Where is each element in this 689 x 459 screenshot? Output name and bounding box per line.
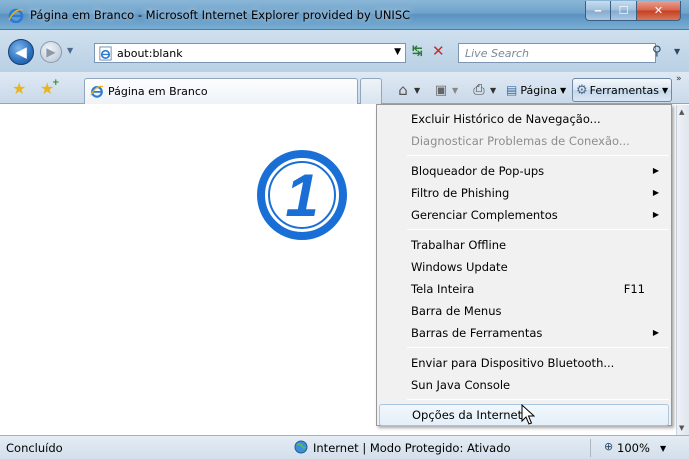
menu-item-trabalhar-offline[interactable]: Trabalhar Offline: [379, 234, 669, 256]
print-icon[interactable]: ⎙: [468, 78, 490, 102]
tools-menu-label: Ferramentas: [589, 83, 659, 97]
status-bar: Concluído Internet | Modo Protegido: Ati…: [0, 435, 689, 459]
menu-item-label: Sun Java Console: [411, 378, 511, 392]
page-menu-label: Página: [520, 83, 557, 97]
menu-item-label: Bloqueador de Pop-ups: [411, 164, 545, 178]
home-dropdown-icon[interactable]: ▼: [414, 78, 426, 102]
window-title: Página em Branco - Microsoft Internet Ex…: [30, 8, 411, 22]
search-placeholder: Live Search: [465, 47, 529, 60]
tools-menu-button[interactable]: ⚙ Ferramentas ▼: [572, 78, 672, 102]
callout-number: 1: [285, 162, 318, 229]
menu-item-label: Diagnosticar Problemas de Conexão...: [411, 134, 630, 148]
menu-item-barras-de-ferramentas[interactable]: Barras de Ferramentas ▶: [379, 322, 669, 344]
tab-bar: ★ ★ + Página em Branco ⌂ ▼ ▣ ▼ ⎙ ▼ ▤ Pág…: [0, 72, 689, 104]
internet-explorer-icon: [90, 85, 104, 98]
status-text: Concluído: [6, 441, 63, 455]
maximize-button[interactable]: ☐: [611, 1, 637, 21]
print-dropdown-icon[interactable]: ▼: [490, 78, 502, 102]
navigation-bar: ◀ ▶ ▼ about:blank ▼ ↹ ✕ Live Search ⚲ ▼: [0, 30, 689, 72]
menu-item-barra-de-menus[interactable]: Barra de Menus: [379, 300, 669, 322]
menu-separator: [407, 399, 669, 400]
chevron-down-icon: ▼: [661, 85, 669, 95]
menu-item-excluir-historico-de-navegacao[interactable]: Excluir Histórico de Navegação...: [379, 108, 669, 130]
mouse-cursor-icon: [521, 404, 535, 425]
tab-pagina-em-branco[interactable]: Página em Branco: [84, 78, 358, 104]
back-button[interactable]: ◀: [8, 39, 34, 65]
stop-icon[interactable]: ✕: [432, 42, 445, 60]
menu-separator: [407, 347, 669, 348]
menu-item-bloqueador-de-pop-ups[interactable]: Bloqueador de Pop-ups ▶: [379, 160, 669, 182]
close-button[interactable]: ✕: [637, 1, 681, 21]
menu-item-label: Barras de Ferramentas: [411, 326, 543, 340]
address-bar[interactable]: about:blank ▼: [94, 43, 406, 63]
submenu-arrow-icon: ▶: [652, 166, 659, 175]
add-plus-icon: +: [52, 78, 60, 88]
search-icon[interactable]: ⚲: [652, 44, 662, 59]
address-dropdown-icon[interactable]: ▼: [394, 47, 401, 57]
tools-dropdown-menu: Excluir Histórico de Navegação... Diagnos…: [376, 104, 672, 426]
menu-item-sun-java-console[interactable]: Sun Java Console: [379, 374, 669, 396]
page-icon: [99, 46, 112, 61]
search-options-dropdown-icon[interactable]: ▼: [674, 47, 680, 56]
refresh-icon[interactable]: ↹: [412, 44, 423, 59]
address-text[interactable]: about:blank: [117, 47, 183, 60]
callout-number-badge: 1: [257, 150, 347, 240]
zoom-dropdown-icon[interactable]: ▼: [660, 444, 666, 453]
menu-item-enviar-para-dispositivo-bluetooth[interactable]: Enviar para Dispositivo Bluetooth...: [379, 352, 669, 374]
globe-icon: [294, 440, 308, 454]
new-tab-button[interactable]: [360, 78, 382, 104]
scroll-up-icon[interactable]: ▲: [679, 108, 684, 116]
menu-item-windows-update[interactable]: Windows Update: [379, 256, 669, 278]
menu-item-label: Trabalhar Offline: [411, 238, 507, 252]
feeds-icon[interactable]: ▣: [430, 78, 452, 102]
vertical-scrollbar[interactable]: ▲ ▼: [676, 105, 689, 435]
title-bar: Página em Branco - Microsoft Internet Ex…: [0, 0, 689, 30]
window-controls: ‒ ☐ ✕: [585, 1, 681, 21]
menu-separator: [407, 229, 669, 230]
page-menu-button[interactable]: ▤ Página ▼: [506, 78, 570, 102]
menu-item-filtro-de-phishing[interactable]: Filtro de Phishing ▶: [379, 182, 669, 204]
status-divider: [590, 439, 591, 457]
submenu-arrow-icon: ▶: [652, 210, 659, 219]
menu-item-label: Windows Update: [411, 260, 508, 274]
zoom-icon[interactable]: ⊕: [604, 440, 613, 453]
gear-icon: ⚙: [576, 82, 588, 98]
menu-item-tela-inteira[interactable]: Tela Inteira F11: [379, 278, 669, 300]
menu-item-label: Opções da Internet: [412, 408, 523, 422]
menu-item-label: Gerenciar Complementos: [411, 208, 558, 222]
zoom-level[interactable]: 100%: [617, 441, 650, 455]
menu-item-label: Excluir Histórico de Navegação...: [411, 112, 601, 126]
feeds-dropdown-icon[interactable]: ▼: [452, 78, 464, 102]
menu-item-label: Tela Inteira: [411, 282, 475, 296]
more-commands-icon[interactable]: »: [676, 74, 682, 84]
menu-item-gerenciar-complementos[interactable]: Gerenciar Complementos ▶: [379, 204, 669, 226]
recent-pages-dropdown-icon[interactable]: ▼: [67, 46, 73, 55]
tab-label: Página em Branco: [108, 85, 208, 98]
security-zone-text[interactable]: Internet | Modo Protegido: Ativado: [313, 441, 511, 455]
chevron-down-icon: ▼: [559, 85, 567, 95]
forward-button[interactable]: ▶: [40, 41, 62, 63]
menu-item-shortcut: F11: [623, 282, 645, 296]
scroll-down-icon[interactable]: ▼: [679, 424, 684, 432]
menu-item-label: Enviar para Dispositivo Bluetooth...: [411, 356, 615, 370]
home-icon[interactable]: ⌂: [392, 78, 414, 102]
menu-separator: [407, 155, 669, 156]
submenu-arrow-icon: ▶: [652, 328, 659, 337]
internet-explorer-icon: [8, 8, 24, 23]
submenu-arrow-icon: ▶: [652, 188, 659, 197]
menu-item-label: Filtro de Phishing: [411, 186, 510, 200]
menu-item-label: Barra de Menus: [411, 304, 502, 318]
page-doc-icon: ▤: [506, 83, 518, 97]
favorites-center-icon[interactable]: ★: [12, 79, 26, 98]
minimize-button[interactable]: ‒: [585, 1, 611, 21]
menu-item-diagnosticar-problemas-de-conexao: Diagnosticar Problemas de Conexão...: [379, 130, 669, 152]
search-input[interactable]: Live Search: [458, 43, 656, 63]
